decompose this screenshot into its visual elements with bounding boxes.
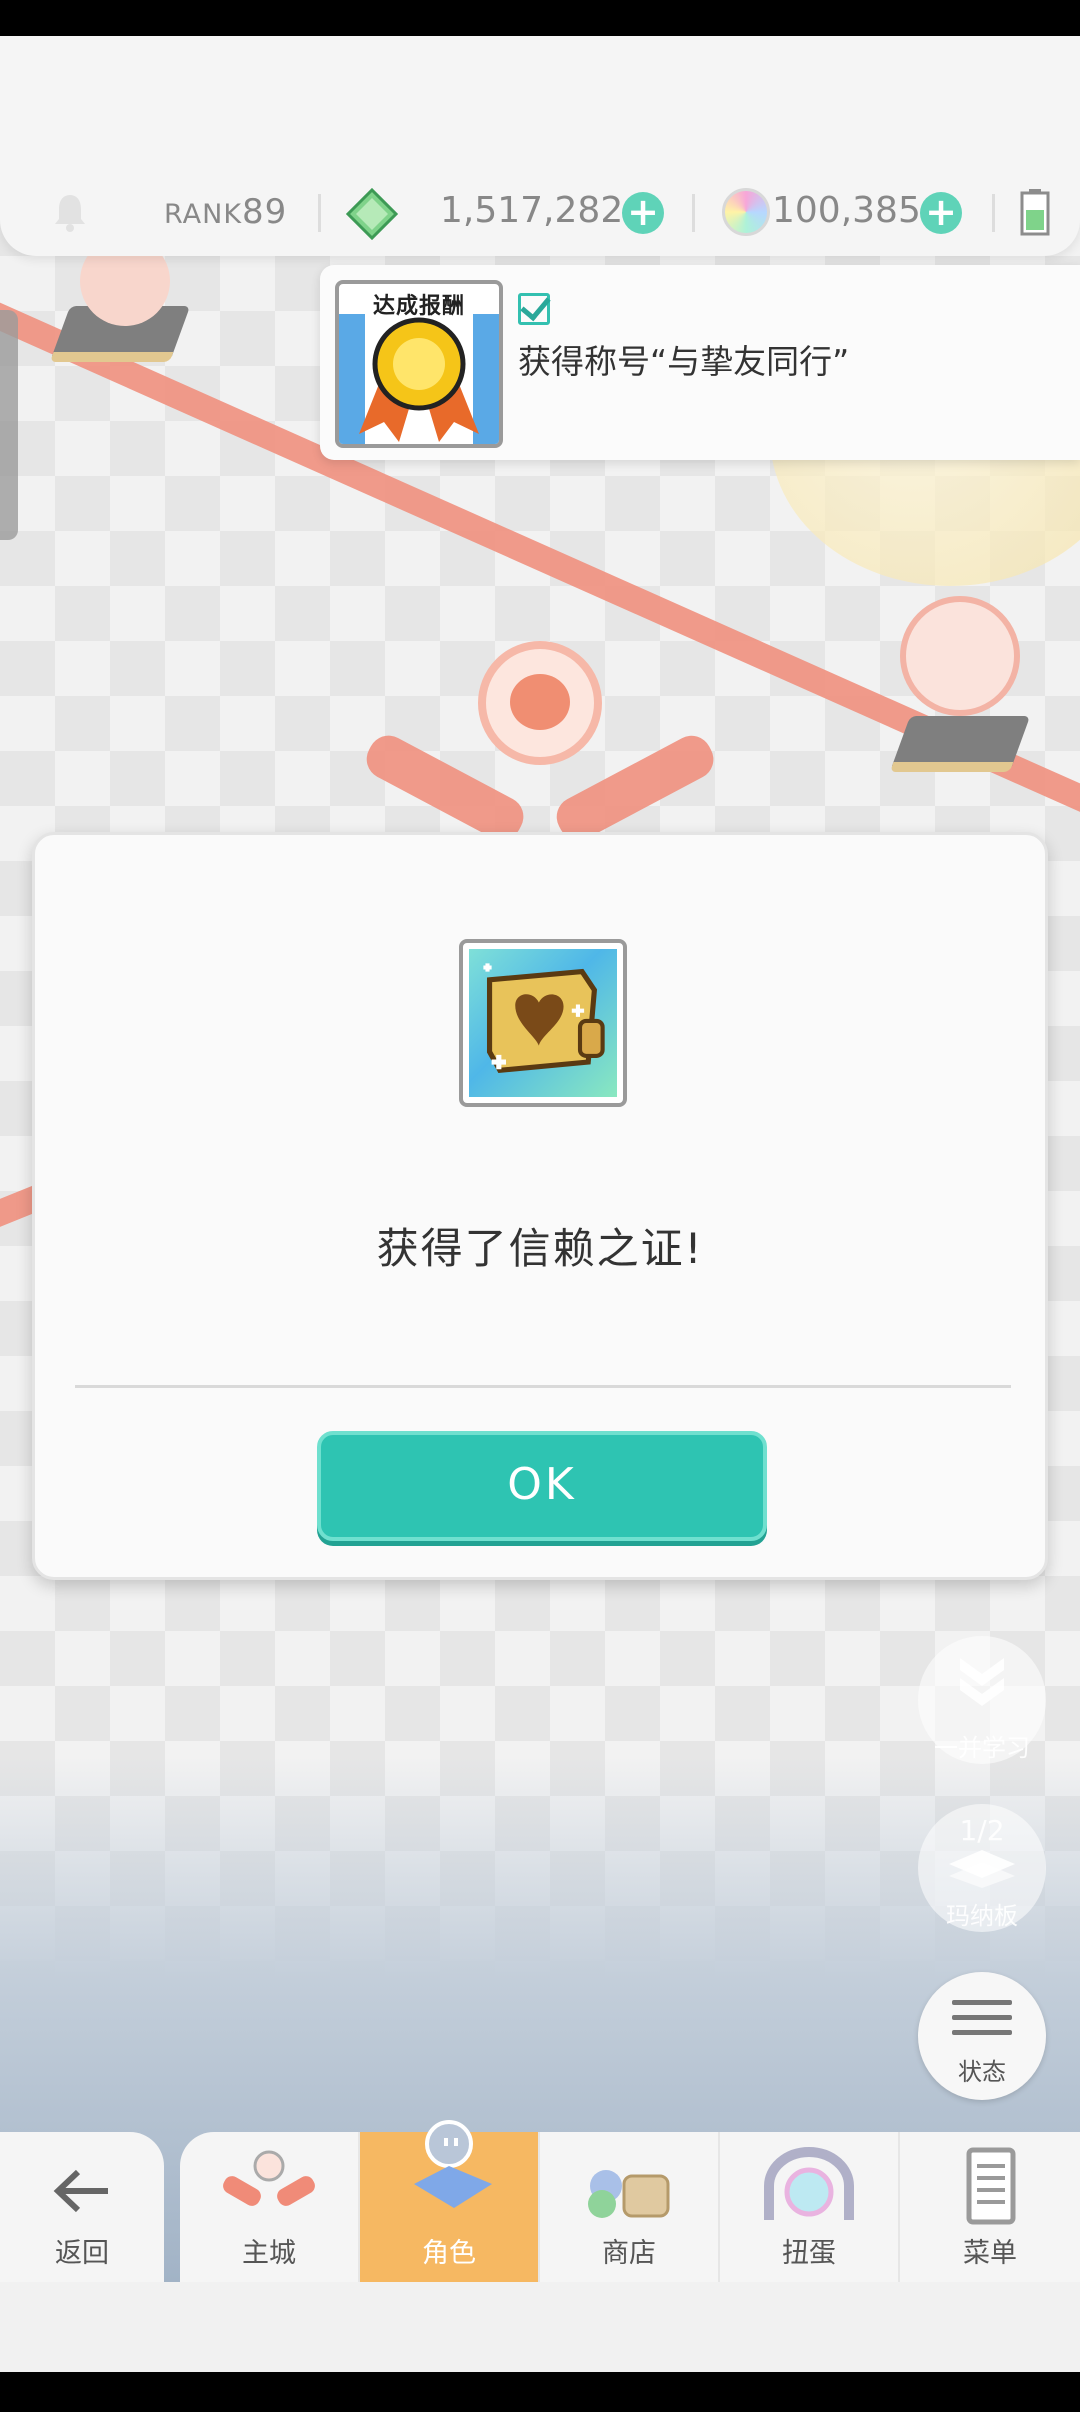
nav-item-menu[interactable]: 菜单 [900,2132,1080,2282]
divider [318,194,321,232]
battery-icon [1020,189,1050,236]
medal-icon [339,314,499,444]
mana-gem-icon [346,188,398,240]
dialog-message: 获得了信赖之证! [376,1224,704,1273]
mana-board-label: 玛纳板 [946,1902,1018,1930]
back-button[interactable]: 返回 [0,2132,164,2282]
toast-message: 获得称号“与挚友同行” [518,342,850,381]
gacha-icon [764,2147,854,2220]
nav-label-town: 主城 [242,2238,296,2269]
bell-icon[interactable] [52,192,88,232]
nav-label-characters: 角色 [422,2238,476,2269]
add-orbs-button[interactable]: + [920,192,962,234]
dialog-divider [75,1385,1011,1388]
nav-label-shop: 商店 [602,2238,656,2269]
achievement-badge: 达成报酬 [335,280,503,448]
board-icon [949,1850,1015,1888]
character-icon [414,2120,492,2208]
shop-icon [588,2170,670,2218]
top-bar: RANK89 1,517,282 + 100,385 + [0,36,1080,256]
divider [992,194,995,232]
chevrons-down-icon [960,1658,1004,1706]
batch-study-label: 一并学习 [934,1734,1030,1762]
town-icon [223,2150,315,2206]
ok-button[interactable]: OK [317,1431,767,1541]
nav-item-shop[interactable]: 商店 [540,2132,720,2282]
notebook-icon [966,2147,1016,2225]
add-gems-button[interactable]: + [622,192,664,234]
map-node-icon [900,596,1020,716]
nav-item-gacha[interactable]: 扭蛋 [720,2132,900,2282]
page-indicator: 1/2 [959,1814,1005,1847]
achievement-toast[interactable]: 达成报酬 获得称号“与挚友同行” [320,265,1080,460]
trust-certificate-icon [469,949,617,1097]
character-marker-heart [510,674,570,730]
status-label: 状态 [958,2058,1006,2086]
nav-item-town[interactable]: 主城 [180,2132,360,2282]
divider [692,194,695,232]
batch-study-button[interactable]: 一并学习 [918,1636,1046,1764]
map-node [889,716,1031,772]
orb-count: 100,385 [772,190,921,231]
reward-item-frame [459,939,627,1107]
scroll-icon [483,963,605,1073]
side-scroll-handle[interactable] [0,310,18,540]
nav-item-characters[interactable]: 角色 [360,2120,540,2282]
menu-lines-icon [952,2000,1012,2035]
nav-label-menu: 菜单 [963,2238,1017,2269]
status-button[interactable]: 状态 [918,1972,1046,2100]
back-arrow-icon [53,2169,108,2213]
back-label: 返回 [55,2238,109,2269]
system-nav-area [0,2282,1080,2372]
nav-label-gacha: 扭蛋 [782,2238,836,2269]
rank-label: RANK [164,199,243,230]
rainbow-orb-icon [722,188,770,236]
gem-count: 1,517,282 [440,190,624,231]
bottom-nav: 主城 角色 商店 扭蛋 菜单 [180,2120,1080,2282]
checkbox-icon [518,293,550,325]
mana-board-button[interactable]: 1/2 玛纳板 [918,1804,1046,1932]
reward-dialog: 获得了信赖之证! OK [32,832,1048,1580]
rank-value: 89 [242,192,288,232]
rank-display: RANK89 [164,192,287,232]
